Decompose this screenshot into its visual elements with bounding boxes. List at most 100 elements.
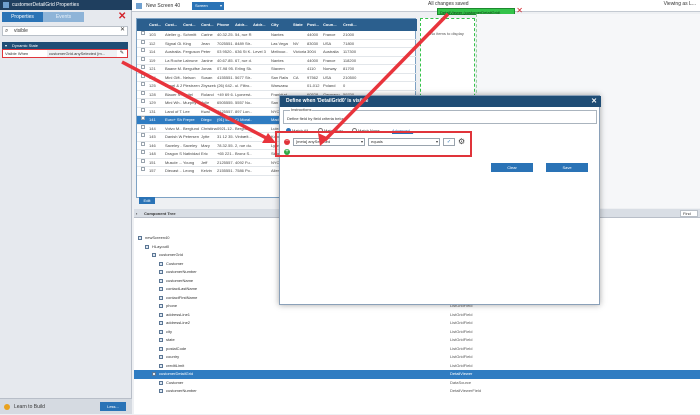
table-row[interactable]: 125 Havel & Z...Piestrzen...Zbyszek(26) 6… — [137, 82, 417, 91]
table-cell: 157 — [149, 168, 156, 173]
row-checkbox[interactable] — [141, 107, 145, 112]
table-cell: La Roche... — [165, 57, 182, 63]
table-cell: France — [323, 32, 336, 37]
table-cell: 03 9520... — [217, 49, 234, 54]
tree-node-type: ListGridField — [450, 311, 473, 317]
table-row[interactable]: 124 Mini Gift...Nelson Susan 4155551...5677… — [137, 73, 417, 82]
row-checkbox[interactable] — [141, 99, 145, 103]
column-header[interactable]: Cust... — [165, 19, 177, 31]
column-header[interactable]: Cont... — [201, 19, 213, 31]
viewing-as[interactable]: Viewing as L... — [664, 0, 696, 9]
remove-icon[interactable]: ✕ — [516, 7, 523, 15]
tree-node[interactable]: customerNumber DetailViewerField — [134, 387, 700, 396]
table-cell: San Rafael — [271, 74, 288, 80]
visible-when-value[interactable]: customerGrid.anySelected [m... — [47, 50, 117, 57]
tab-properties[interactable]: Properties — [2, 12, 43, 22]
column-header[interactable]: Post... — [307, 19, 319, 31]
table-cell: 44000 — [307, 32, 319, 37]
table-cell: Stavern — [271, 66, 285, 71]
row-checkbox[interactable] — [141, 82, 145, 86]
table-row[interactable]: 114 Australia...FergusonPeter 03 9520...63… — [137, 48, 417, 57]
save-button[interactable]: Save — [546, 163, 588, 172]
table-cell: 129 — [149, 100, 156, 105]
table-cell: 54, rue R... — [235, 32, 252, 37]
property-search-input[interactable]: ⌕ visible ✕ — [2, 26, 128, 36]
row-checkbox[interactable] — [141, 48, 145, 52]
row-checkbox[interactable] — [141, 116, 145, 120]
close-dialog-icon[interactable]: ✕ — [591, 96, 597, 107]
clear-button[interactable]: Clear — [491, 163, 533, 172]
column-header[interactable]: Addr... — [253, 19, 265, 31]
table-row[interactable]: 112 Signal Gi...King Jean 7025551...8489 St… — [137, 39, 417, 48]
row-checkbox[interactable] — [141, 56, 145, 61]
table-cell: Lyonerst... — [235, 91, 252, 97]
column-header[interactable]: Phone — [217, 19, 229, 31]
table-cell: Saveley — [183, 142, 198, 148]
row-checkbox[interactable] — [141, 141, 145, 146]
row-checkbox[interactable] — [141, 167, 145, 171]
table-cell: 44000 — [307, 57, 319, 63]
tree-node[interactable]: state ListGridField — [134, 336, 700, 345]
row-checkbox[interactable] — [141, 90, 145, 95]
column-header[interactable]: State — [293, 19, 303, 31]
table-cell: Jytte — [201, 134, 210, 139]
tree-node-label: customerNumber — [166, 388, 197, 393]
clear-search-icon[interactable]: ✕ — [120, 26, 125, 34]
table-cell: Australia... — [165, 49, 182, 54]
table-cell: Zbyszek — [201, 83, 216, 88]
column-header[interactable]: Cust... — [149, 19, 161, 31]
column-header[interactable]: Coun... — [323, 19, 337, 31]
table-cell: 141 — [149, 117, 156, 122]
tree-node[interactable]: city ListGridField — [134, 328, 700, 337]
table-row[interactable]: 103 Atelier g...Schmitt Carine 40.32.25...5… — [137, 31, 417, 40]
table-row[interactable]: 121 Baane M...BergulfsenJonas 07-98 95...E… — [137, 65, 417, 74]
tree-node[interactable]: creditLimit ListGridField — [134, 362, 700, 371]
table-cell: 210500 — [343, 74, 357, 80]
component-icon — [159, 287, 163, 291]
tree-node[interactable]: Customer DataSource — [134, 379, 700, 388]
row-checkbox[interactable] — [141, 158, 145, 163]
table-cell: 145 — [149, 134, 156, 139]
screen-select[interactable]: Screen ▾ — [192, 2, 224, 10]
row-checkbox[interactable] — [141, 31, 145, 35]
column-header[interactable]: Credi... — [343, 19, 357, 31]
tree-filter-input[interactable]: Find — [680, 210, 698, 217]
tree-node[interactable]: country ListGridField — [134, 353, 700, 362]
row-checkbox[interactable] — [141, 39, 145, 44]
column-header[interactable]: City — [271, 19, 279, 31]
visible-when-property[interactable]: Visible When customerGrid.anySelected [m… — [2, 49, 128, 58]
table-cell: Danish W... — [165, 134, 182, 139]
tree-node[interactable]: addressLine2 ListGridField — [134, 319, 700, 328]
table-cell: 21000 — [343, 32, 355, 37]
edit-button[interactable]: Edit — [139, 197, 155, 204]
row-checkbox[interactable] — [141, 65, 145, 69]
tree-node[interactable]: addressLine1 ListGridField — [134, 311, 700, 320]
tab-events[interactable]: Events — [43, 12, 84, 22]
row-checkbox[interactable] — [141, 150, 145, 154]
close-icon[interactable]: ✕ — [118, 12, 126, 22]
table-cell: 71800 — [343, 40, 355, 46]
table-cell: 121 — [149, 66, 156, 71]
row-checkbox[interactable] — [141, 133, 145, 137]
table-cell: Leong — [183, 168, 195, 173]
learn-to-build-link[interactable]: Learn to Build Less... — [0, 398, 132, 414]
edit-pencil-icon[interactable]: ✎ — [120, 50, 124, 57]
column-header[interactable]: Addr... — [235, 19, 247, 31]
table-cell: Havel & Z... — [165, 83, 182, 88]
table-cell: 124 — [149, 74, 156, 80]
tree-node-type: DataSource — [450, 379, 472, 385]
chevron-down-icon: ▾ — [219, 3, 222, 8]
property-group-header[interactable]: ▾ Dynamic State — [2, 42, 128, 49]
tree-node-label: customerDetailGrid — [159, 371, 194, 376]
less-button[interactable]: Less... — [100, 402, 126, 411]
tree-node[interactable]: postalCode ListGridField — [134, 345, 700, 354]
tree-node-label: newScreen40 — [145, 235, 170, 240]
row-checkbox[interactable] — [141, 73, 145, 78]
instructions-text: Define field by field criteria below — [287, 116, 346, 121]
row-checkbox[interactable] — [141, 124, 145, 129]
tree-node[interactable]: customerDetailGrid DetailViewer — [134, 370, 700, 379]
column-header[interactable]: Cont... — [183, 19, 195, 31]
table-row[interactable]: 119 La Roche...LabruneJanine 40.67.85...67… — [137, 56, 417, 65]
table-cell: 4155551... — [217, 74, 234, 80]
table-cell: (26) 642... — [217, 83, 234, 88]
